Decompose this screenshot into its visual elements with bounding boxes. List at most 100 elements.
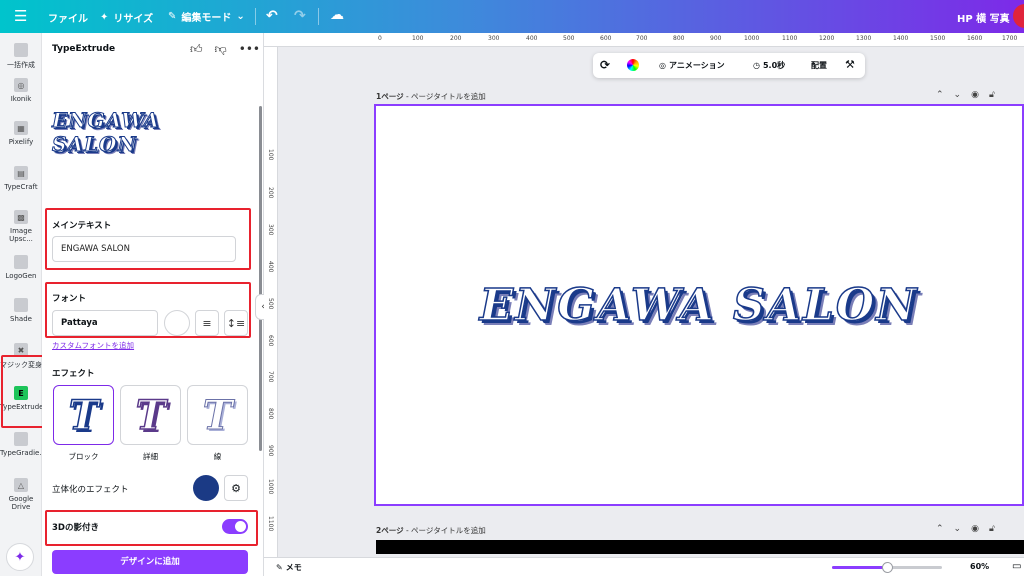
effect-block-card[interactable]: T: [53, 385, 114, 445]
file-menu-button[interactable]: ファイル: [48, 10, 88, 25]
user-name[interactable]: HP 横 写真: [957, 10, 1010, 25]
canvas-text[interactable]: ENGAWA SALON: [479, 279, 919, 332]
text-color-picker[interactable]: [164, 310, 190, 336]
effect-line-label: 線: [213, 452, 222, 461]
lock-icon[interactable]: 🔓︎: [989, 524, 995, 534]
ruler-tick: 600: [267, 335, 274, 347]
page-1-label[interactable]: 1ページ - ページタイトルを追加: [376, 91, 486, 102]
refresh-icon[interactable]: ⟳: [600, 58, 610, 72]
animation-label: アニメーション: [668, 61, 725, 70]
paint-roller-icon[interactable]: ⚒: [845, 58, 855, 71]
sparkle-icon: ✦: [100, 12, 109, 23]
chevron-down-icon: ⌄: [236, 11, 245, 22]
bulk-create-icon: [14, 43, 28, 57]
zoom-value[interactable]: 60%: [970, 562, 989, 571]
hamburger-menu-icon[interactable]: ☰: [14, 8, 28, 24]
effect-line-card[interactable]: T: [187, 385, 248, 445]
pixelify-icon: ▦: [14, 121, 28, 135]
font-select[interactable]: Pattaya: [52, 310, 158, 336]
page-1-number: 1ページ: [376, 92, 404, 101]
ruler-tick: 400: [526, 35, 538, 42]
undo-icon[interactable]: ↶: [266, 8, 278, 24]
shadow-toggle[interactable]: [222, 519, 248, 534]
page-2-canvas[interactable]: [376, 540, 1024, 554]
rail-item-label: Google Drive: [8, 495, 34, 511]
main-text-input[interactable]: ENGAWA SALON: [52, 236, 236, 262]
memo-button[interactable]: ✎ メモ: [276, 562, 302, 573]
memo-label: メモ: [285, 563, 302, 572]
add-to-design-button[interactable]: デザインに追加: [52, 550, 248, 574]
arrange-button[interactable]: 配置: [811, 60, 827, 71]
ruler-vertical: 100 200 300 400 500 600 700 800 900 1000…: [264, 47, 278, 557]
rail-item-label: 一括作成: [7, 61, 35, 69]
panel-title-actions: 👍︎ 👎︎ •••: [190, 42, 260, 57]
ruler-tick: 0: [378, 35, 382, 42]
thumbs-down-icon[interactable]: 👎︎: [215, 42, 227, 57]
page-2-label[interactable]: 2ページ - ページタイトルを追加: [376, 525, 486, 536]
effect-detail-card[interactable]: T: [120, 385, 181, 445]
depth-color-swatch[interactable]: [193, 475, 219, 501]
ruler-tick: 1400: [893, 35, 909, 42]
image-upscaler-icon: ▩: [14, 210, 28, 224]
rail-item-typeextrude[interactable]: E TypeExtrude: [0, 386, 43, 411]
typeextrude-icon: E: [14, 386, 28, 400]
rail-item-google-drive[interactable]: △ Google Drive: [0, 478, 42, 511]
chevron-up-icon[interactable]: ⌃: [936, 524, 944, 534]
duration-button[interactable]: ◷ 5.0秒: [753, 60, 785, 71]
shadow-label: 3Dの影付き: [52, 523, 99, 533]
redo-icon[interactable]: ↷: [294, 8, 306, 24]
depth-adjust-button[interactable]: ⚙: [224, 475, 248, 501]
chevron-down-icon[interactable]: ⌄: [954, 90, 962, 100]
ruler-tick: 700: [267, 371, 274, 383]
ruler-tick: 100: [267, 149, 274, 161]
grid-view-icon[interactable]: ▭: [1012, 561, 1021, 572]
rail-item-bulk-create[interactable]: 一括作成: [0, 43, 42, 70]
panel-title: TypeExtrude: [52, 44, 116, 54]
rail-item-pixelify[interactable]: ▦ Pixelify: [0, 121, 42, 146]
bottom-bar: ✎ メモ 60% ▭: [264, 557, 1024, 576]
rail-item-shade[interactable]: Shade: [0, 298, 42, 323]
page-1-canvas[interactable]: ENGAWA SALON: [374, 104, 1024, 506]
color-wheel-button[interactable]: [627, 59, 639, 71]
chevron-up-icon[interactable]: ⌃: [936, 90, 944, 100]
rail-item-typegradient[interactable]: TypeGradie...: [0, 432, 46, 457]
rail-item-typecraft[interactable]: ▤ TypeCraft: [0, 166, 42, 191]
effect-preview: ENGAWA SALON: [52, 71, 248, 193]
more-options-icon[interactable]: •••: [239, 42, 260, 57]
lock-icon[interactable]: 🔓︎: [989, 90, 995, 100]
rail-item-magic-morph[interactable]: ✖ マジック変身: [0, 343, 42, 370]
add-custom-font-link[interactable]: カスタムフォントを追加: [52, 340, 134, 351]
eye-icon[interactable]: ◉: [971, 524, 979, 534]
ruler-tick: 600: [600, 35, 612, 42]
rail-item-logogen[interactable]: LogoGen: [0, 255, 42, 280]
eye-icon[interactable]: ◉: [971, 90, 979, 100]
animation-icon: ◎: [659, 61, 666, 70]
panel-scrollbar[interactable]: [259, 106, 262, 451]
magic-assistant-button[interactable]: ✦: [6, 543, 34, 571]
thumbs-up-icon[interactable]: 👍︎: [190, 42, 203, 57]
divider: [255, 8, 256, 25]
depth-effect-label: 立体化のエフェクト: [52, 485, 129, 495]
duration-label: 5.0秒: [762, 61, 786, 70]
edit-mode-button[interactable]: ✎ 編集モード ⌄: [168, 9, 245, 24]
effect-label: エフェクト: [52, 369, 95, 379]
ruler-tick: 500: [563, 35, 575, 42]
line-spacing-button[interactable]: ↕≡: [224, 310, 248, 336]
page-2-number: 2ページ: [376, 526, 404, 535]
text-align-button[interactable]: ≡: [195, 310, 219, 336]
avatar[interactable]: [1013, 4, 1024, 28]
cloud-save-icon[interactable]: ☁: [330, 7, 344, 23]
rail-item-image-upscaler[interactable]: ▩ Image Upsc...: [0, 210, 42, 243]
ruler-tick: 300: [488, 35, 500, 42]
ruler-tick: 400: [267, 261, 274, 273]
ruler-tick: 800: [267, 408, 274, 420]
ruler-tick: 800: [673, 35, 685, 42]
chevron-down-icon[interactable]: ⌄: [954, 524, 962, 534]
rail-item-ikonik[interactable]: ◎ Ikonik: [0, 78, 42, 103]
resize-button[interactable]: ✦ リサイズ: [100, 10, 153, 25]
effect-detail-glyph: T: [135, 391, 166, 440]
zoom-slider-thumb[interactable]: [882, 562, 893, 573]
animation-button[interactable]: ◎ アニメーション: [659, 60, 725, 71]
ruler-tick: 1000: [744, 35, 760, 42]
magic-morph-icon: ✖: [14, 343, 28, 357]
